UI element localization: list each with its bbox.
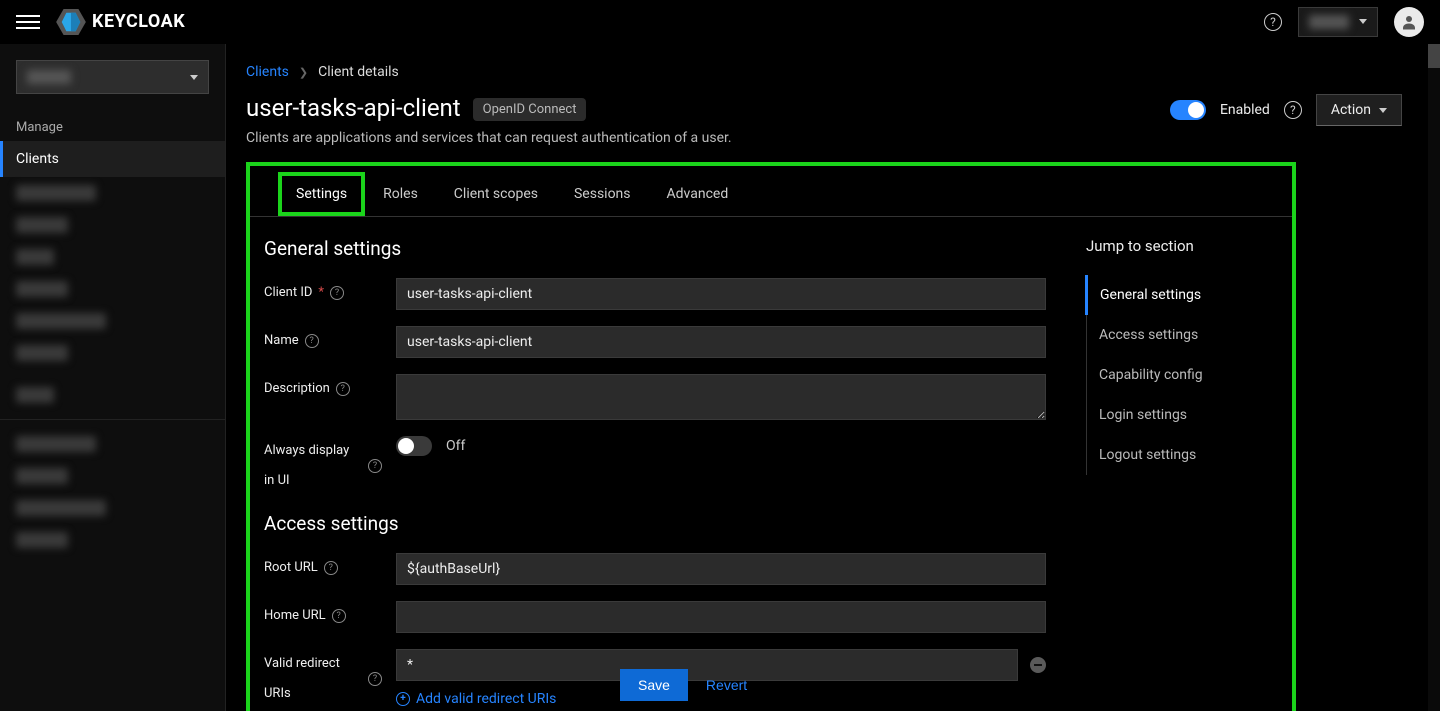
section-access-title: Access settings bbox=[264, 512, 1046, 535]
save-button[interactable]: Save bbox=[620, 669, 688, 701]
sidebar-item-obscured[interactable] bbox=[0, 492, 225, 524]
chevron-down-icon bbox=[190, 75, 198, 80]
sidebar-item-obscured[interactable] bbox=[0, 177, 225, 209]
sidebar: Manage Clients bbox=[0, 44, 226, 711]
breadcrumb-clients-link[interactable]: Clients bbox=[246, 64, 289, 80]
always-display-help-icon[interactable]: ? bbox=[368, 459, 382, 473]
root-url-label: Root URL ? bbox=[264, 553, 382, 583]
tab-advanced[interactable]: Advanced bbox=[649, 172, 747, 216]
avatar[interactable] bbox=[1394, 7, 1424, 37]
jump-link-access[interactable]: Access settings bbox=[1087, 315, 1264, 355]
jump-link-general[interactable]: General settings bbox=[1085, 275, 1264, 315]
protocol-badge: OpenID Connect bbox=[473, 98, 587, 121]
description-label: Description ? bbox=[264, 374, 382, 404]
highlighted-area: Settings Roles Client scopes Sessions Ad… bbox=[246, 162, 1296, 711]
home-url-label: Home URL ? bbox=[264, 601, 382, 631]
name-help-icon[interactable]: ? bbox=[305, 334, 319, 348]
sidebar-item-obscured[interactable] bbox=[0, 305, 225, 337]
root-url-input[interactable] bbox=[396, 553, 1046, 585]
page-title: user-tasks-api-client bbox=[246, 94, 461, 122]
revert-button[interactable]: Revert bbox=[706, 669, 747, 701]
sidebar-item-obscured[interactable] bbox=[0, 379, 225, 411]
chevron-down-icon bbox=[1359, 19, 1367, 24]
sidebar-item-clients[interactable]: Clients bbox=[0, 141, 225, 177]
enabled-toggle[interactable] bbox=[1170, 100, 1206, 120]
always-display-toggle[interactable] bbox=[396, 436, 432, 456]
breadcrumb-separator-icon: ❯ bbox=[299, 66, 308, 79]
sidebar-item-obscured[interactable] bbox=[0, 524, 225, 556]
sidebar-item-obscured[interactable] bbox=[0, 241, 225, 273]
vertical-scrollbar[interactable] bbox=[1428, 44, 1440, 711]
realm-selector[interactable] bbox=[16, 60, 209, 94]
valid-redirect-help-icon[interactable]: ? bbox=[368, 672, 382, 686]
breadcrumb-current: Client details bbox=[318, 64, 399, 80]
client-id-input[interactable] bbox=[396, 278, 1046, 310]
sidebar-item-obscured[interactable] bbox=[0, 460, 225, 492]
tab-settings[interactable]: Settings bbox=[278, 172, 365, 216]
remove-redirect-button[interactable] bbox=[1030, 657, 1046, 673]
chevron-down-icon bbox=[1379, 108, 1387, 113]
plus-icon: + bbox=[396, 692, 410, 706]
jump-link-logout[interactable]: Logout settings bbox=[1087, 435, 1264, 475]
brand-text: KEYCLOAK bbox=[92, 11, 185, 32]
sidebar-item-obscured[interactable] bbox=[0, 209, 225, 241]
sidebar-item-obscured[interactable] bbox=[0, 428, 225, 460]
client-id-help-icon[interactable]: ? bbox=[330, 286, 344, 300]
valid-redirect-label: Valid redirect URIs ? bbox=[264, 649, 382, 709]
tab-roles[interactable]: Roles bbox=[365, 172, 436, 216]
nav-section-manage: Manage bbox=[0, 110, 225, 141]
user-icon bbox=[1400, 13, 1418, 31]
keycloak-icon bbox=[56, 9, 86, 35]
sidebar-item-obscured[interactable] bbox=[0, 337, 225, 369]
always-display-label: Always display in UI ? bbox=[264, 436, 382, 496]
breadcrumb: Clients ❯ Client details bbox=[246, 64, 1440, 80]
description-input[interactable] bbox=[396, 374, 1046, 420]
topbar-help-icon[interactable]: ? bbox=[1264, 13, 1282, 31]
name-label: Name ? bbox=[264, 326, 382, 356]
user-menu[interactable] bbox=[1298, 7, 1378, 37]
page-description: Clients are applications and services th… bbox=[246, 130, 1440, 146]
root-url-help-icon[interactable]: ? bbox=[324, 561, 338, 575]
realm-name-obscured bbox=[27, 70, 71, 84]
jump-section-title: Jump to section bbox=[1086, 237, 1264, 255]
scrollbar-thumb[interactable] bbox=[1428, 44, 1440, 68]
required-indicator: * bbox=[318, 278, 324, 308]
section-general-title: General settings bbox=[264, 237, 1046, 260]
always-display-value: Off bbox=[446, 438, 465, 454]
sidebar-item-obscured[interactable] bbox=[0, 273, 225, 305]
enabled-label: Enabled bbox=[1220, 102, 1270, 118]
tab-client-scopes[interactable]: Client scopes bbox=[436, 172, 556, 216]
tabs: Settings Roles Client scopes Sessions Ad… bbox=[250, 166, 1292, 217]
description-help-icon[interactable]: ? bbox=[336, 382, 350, 396]
home-url-help-icon[interactable]: ? bbox=[332, 609, 346, 623]
jump-link-capability[interactable]: Capability config bbox=[1087, 355, 1264, 395]
client-id-label: Client ID * ? bbox=[264, 278, 382, 308]
sidebar-item-label: Clients bbox=[16, 151, 59, 167]
name-input[interactable] bbox=[396, 326, 1046, 358]
user-name-obscured bbox=[1309, 15, 1349, 29]
tab-sessions[interactable]: Sessions bbox=[556, 172, 649, 216]
add-redirect-label: Add valid redirect URIs bbox=[416, 691, 556, 707]
enabled-help-icon[interactable]: ? bbox=[1284, 101, 1302, 119]
brand-logo[interactable]: KEYCLOAK bbox=[56, 9, 185, 35]
jump-link-login[interactable]: Login settings bbox=[1087, 395, 1264, 435]
action-dropdown[interactable]: Action bbox=[1316, 94, 1402, 126]
home-url-input[interactable] bbox=[396, 601, 1046, 633]
hamburger-menu[interactable] bbox=[16, 10, 40, 34]
action-label: Action bbox=[1331, 102, 1371, 118]
